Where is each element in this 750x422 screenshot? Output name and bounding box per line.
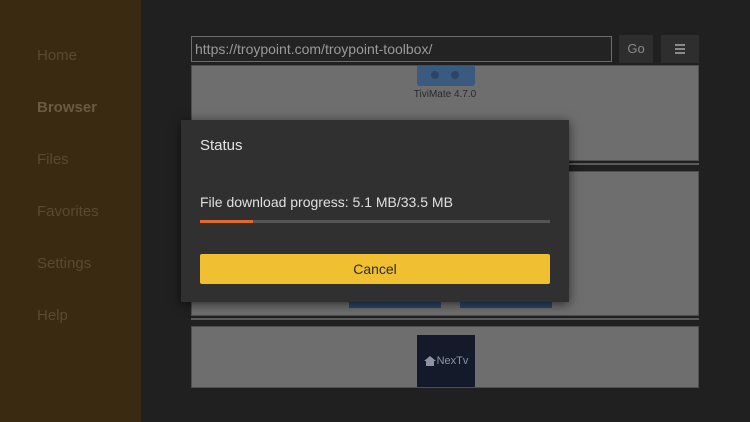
app-card-nextv[interactable]: NexTv — [191, 326, 699, 388]
sidebar-item-help[interactable]: Help — [37, 307, 68, 324]
sidebar-item-home[interactable]: Home — [37, 47, 77, 64]
download-progress-text: File download progress: 5.1 MB/33.5 MB — [200, 194, 453, 210]
app-card-label: TiviMate 4.7.0 — [413, 89, 477, 100]
sidebar-item-browser[interactable]: Browser — [37, 99, 97, 116]
menu-icon — [675, 44, 685, 46]
go-button[interactable]: Go — [619, 35, 653, 63]
status-dialog: Status File download progress: 5.1 MB/33… — [181, 120, 569, 302]
tivimate-logo — [417, 66, 475, 86]
sidebar-item-settings[interactable]: Settings — [37, 255, 91, 272]
menu-icon-bar — [675, 48, 685, 50]
nextv-logo: NexTv — [417, 335, 475, 387]
sidebar-item-files[interactable]: Files — [37, 151, 69, 168]
progress-bar — [200, 220, 550, 223]
nextv-label: NexTv — [436, 355, 469, 367]
dialog-title: Status — [200, 137, 243, 154]
divider — [191, 318, 699, 320]
sidebar: Home Browser Files Favorites Settings He… — [0, 0, 141, 422]
home-icon — [423, 356, 436, 367]
cancel-button[interactable]: Cancel — [200, 254, 550, 284]
progress-bar-fill — [200, 220, 254, 223]
menu-icon-bar — [675, 52, 685, 54]
sidebar-item-favorites[interactable]: Favorites — [37, 203, 99, 220]
url-input[interactable]: https://troypoint.com/troypoint-toolbox/ — [191, 36, 612, 62]
menu-button[interactable] — [661, 35, 699, 63]
